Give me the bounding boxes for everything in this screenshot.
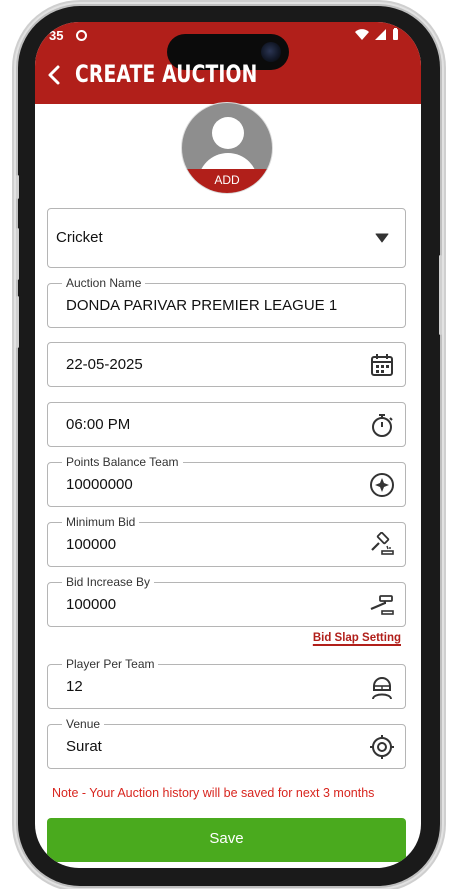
calendar-icon[interactable] — [369, 352, 395, 378]
page-title: CREATE AUCTION — [75, 60, 258, 88]
venue-value: Surat — [66, 738, 102, 755]
avatar-add-button[interactable]: ADD — [182, 169, 272, 193]
status-icons — [355, 28, 399, 40]
minimum-bid-field[interactable]: Minimum Bid 100000 — [47, 515, 406, 567]
save-button[interactable]: Save — [47, 818, 406, 862]
points-balance-label: Points Balance Team — [62, 455, 183, 469]
date-value: 22-05-2025 — [66, 356, 143, 373]
gavel-icon — [371, 532, 394, 555]
signal-icon — [375, 28, 386, 40]
phone-volume-up-button — [16, 228, 19, 280]
time-field[interactable]: 06:00 PM — [47, 402, 406, 447]
back-arrow-icon[interactable] — [45, 64, 63, 86]
phone-side-button — [16, 175, 19, 199]
venue-label: Venue — [62, 717, 105, 731]
wifi-icon — [355, 28, 369, 40]
stopwatch-icon[interactable] — [369, 412, 395, 438]
front-camera — [261, 42, 281, 62]
points-balance-field[interactable]: Points Balance Team 10000000 — [47, 455, 406, 507]
phone-power-button — [439, 255, 442, 335]
app-screen: 35 CREATE AUCTION ADD Cricket Auction Na… — [35, 22, 421, 868]
auction-name-field[interactable]: Auction Name DONDA PARIVAR PREMIER LEAGU… — [47, 276, 406, 328]
bid-slap-setting-link[interactable]: Bid Slap Setting — [313, 632, 401, 644]
dropdown-arrow-icon — [375, 233, 389, 243]
app-header: 35 CREATE AUCTION — [35, 22, 421, 104]
history-note: Note - Your Auction history will be save… — [52, 786, 375, 800]
target-icon[interactable] — [369, 734, 395, 760]
minimum-bid-value: 100000 — [66, 536, 117, 553]
points-balance-value: 10000000 — [66, 476, 133, 493]
time-value: 06:00 PM — [66, 416, 131, 433]
save-button-label: Save — [209, 829, 244, 847]
player-per-team-label: Player Per Team — [62, 657, 159, 671]
bid-increase-label: Bid Increase By — [62, 575, 155, 589]
bid-increase-value: 100000 — [66, 596, 117, 613]
status-time: 35 — [49, 28, 64, 43]
player-per-team-value: 12 — [66, 678, 83, 695]
auction-name-label: Auction Name — [62, 276, 146, 290]
gavel-icon — [370, 595, 394, 615]
venue-field[interactable]: Venue Surat — [47, 717, 406, 769]
phone-volume-down-button — [16, 296, 19, 348]
bid-increase-field[interactable]: Bid Increase By 100000 — [47, 575, 406, 627]
player-per-team-field[interactable]: Player Per Team 12 — [47, 657, 406, 709]
avatar-upload[interactable]: ADD — [181, 102, 273, 194]
player-icon — [372, 677, 392, 700]
sport-select[interactable]: Cricket — [47, 208, 406, 268]
avatar-head-shape — [212, 117, 244, 149]
battery-icon — [393, 28, 398, 40]
sport-select-value: Cricket — [56, 229, 103, 246]
date-field[interactable]: 22-05-2025 — [47, 342, 406, 387]
app-notification-icon — [76, 30, 87, 41]
auction-name-value: DONDA PARIVAR PREMIER LEAGUE 1 — [66, 297, 338, 314]
minimum-bid-label: Minimum Bid — [62, 515, 140, 529]
compass-icon — [370, 473, 394, 497]
